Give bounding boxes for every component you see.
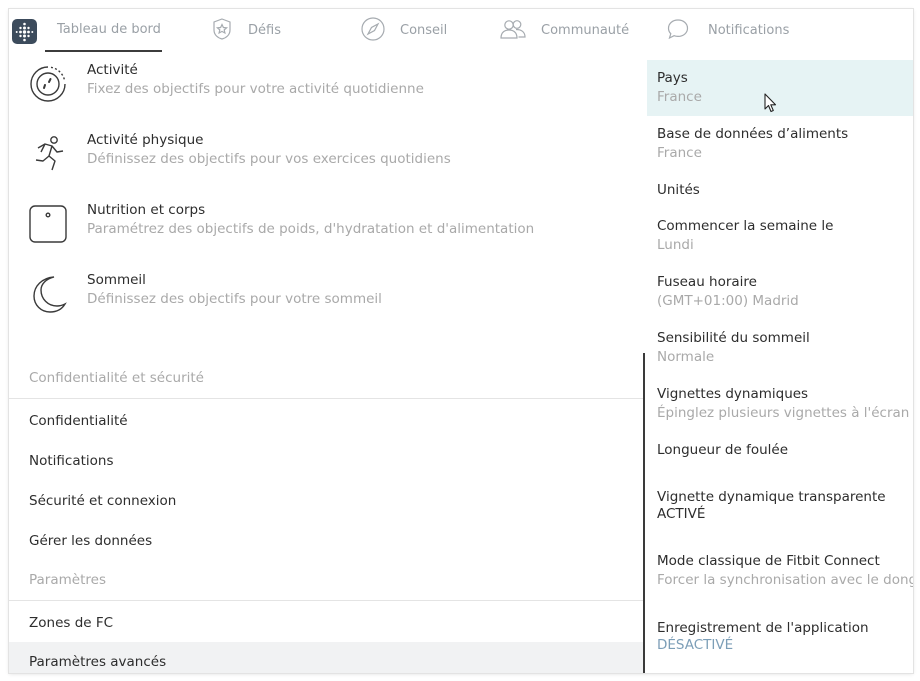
goal-title: Activité bbox=[87, 62, 138, 78]
running-person-icon bbox=[28, 134, 68, 174]
setting-label: Sensibilité du sommeil bbox=[657, 330, 810, 346]
setting-label: Vignette dynamique transparente bbox=[657, 489, 886, 505]
setting-label: Mode classique de Fitbit Connect bbox=[657, 553, 880, 569]
section-header-privacy: Confidentialité et sécurité bbox=[29, 370, 204, 386]
tab-challenges[interactable]: Défis bbox=[210, 9, 281, 52]
pane-divider[interactable] bbox=[643, 353, 645, 673]
privacy-item-data[interactable]: Gérer les données bbox=[9, 521, 645, 561]
setting-label: Unités bbox=[657, 182, 700, 198]
setting-label: Base de données d’aliments bbox=[657, 126, 849, 142]
params-item-advanced[interactable]: Paramètres avancés bbox=[9, 642, 645, 673]
setting-dynamic-tiles[interactable]: Vignettes dynamiques Épinglez plusieurs … bbox=[647, 386, 913, 421]
scale-icon bbox=[28, 204, 68, 244]
compass-icon bbox=[360, 16, 386, 46]
setting-value: Épinglez plusieurs vignettes à l'écran d… bbox=[657, 405, 913, 421]
activity-dial-icon bbox=[28, 64, 68, 104]
setting-units[interactable]: Unités bbox=[647, 182, 913, 198]
setting-country[interactable]: Pays France bbox=[647, 60, 913, 116]
setting-label: Longueur de foulée bbox=[657, 442, 789, 458]
setting-food-database[interactable]: Base de données d’aliments France bbox=[647, 126, 913, 161]
tab-community[interactable]: Communauté bbox=[499, 9, 629, 52]
tab-advice[interactable]: Conseil bbox=[360, 9, 447, 52]
privacy-item-security[interactable]: Sécurité et connexion bbox=[9, 481, 645, 521]
setting-value: France bbox=[657, 145, 702, 161]
fitbit-logo-icon[interactable] bbox=[12, 19, 37, 44]
chat-bubble-icon bbox=[666, 17, 690, 45]
goal-title: Sommeil bbox=[87, 272, 146, 288]
setting-label: Vignettes dynamiques bbox=[657, 386, 809, 402]
setting-timezone[interactable]: Fuseau horaire (GMT+01:00) Madrid bbox=[647, 274, 913, 309]
tab-label: Conseil bbox=[400, 23, 448, 38]
goal-nutrition[interactable]: Nutrition et corps Paramétrez des object… bbox=[9, 192, 645, 262]
setting-value: France bbox=[657, 89, 702, 105]
people-icon bbox=[499, 18, 527, 44]
mouse-cursor-icon bbox=[764, 93, 778, 117]
setting-week-start[interactable]: Commencer la semaine le Lundi bbox=[647, 218, 913, 253]
top-navigation: Tableau de bord Défis Conseil Communauté… bbox=[9, 9, 913, 52]
setting-label: Commencer la semaine le bbox=[657, 218, 834, 234]
star-badge-icon bbox=[210, 17, 234, 45]
divider bbox=[9, 600, 645, 601]
setting-label: Fuseau horaire bbox=[657, 274, 757, 290]
goal-title: Nutrition et corps bbox=[87, 202, 206, 218]
goal-title: Activité physique bbox=[87, 132, 204, 148]
privacy-item-confidentiality[interactable]: Confidentialité bbox=[9, 401, 645, 441]
setting-label: Enregistrement de l'application bbox=[657, 620, 869, 636]
tab-dashboard[interactable]: Tableau de bord bbox=[45, 9, 162, 52]
setting-app-logging[interactable]: Enregistrement de l'application DÉSACTIV… bbox=[647, 620, 913, 653]
setting-value: (GMT+01:00) Madrid bbox=[657, 293, 799, 309]
setting-label: Pays bbox=[657, 70, 688, 86]
setting-value: DÉSACTIVÉ bbox=[657, 637, 734, 653]
setting-value: ACTIVÉ bbox=[657, 506, 706, 522]
setting-classic-connect[interactable]: Mode classique de Fitbit Connect Forcer … bbox=[647, 553, 913, 588]
goal-sleep[interactable]: Sommeil Définissez des objectifs pour vo… bbox=[9, 262, 645, 332]
tab-notifications[interactable]: Notifications bbox=[666, 9, 789, 52]
advanced-settings-panel: Pays France Base de données d’aliments F… bbox=[647, 60, 913, 673]
goal-description: Définissez des objectifs pour votre somm… bbox=[87, 291, 382, 307]
divider bbox=[9, 398, 645, 399]
settings-list: Activité Fixez des objectifs pour votre … bbox=[9, 52, 645, 673]
tab-label: Tableau de bord bbox=[57, 22, 161, 37]
goal-activity[interactable]: Activité Fixez des objectifs pour votre … bbox=[9, 52, 645, 122]
goal-description: Définissez des objectifs pour vos exerci… bbox=[87, 151, 451, 167]
setting-value: Forcer la synchronisation avec le dongle bbox=[657, 572, 913, 588]
goal-description: Fixez des objectifs pour votre activité … bbox=[87, 81, 424, 97]
setting-stride-length[interactable]: Longueur de foulée bbox=[647, 442, 913, 458]
goal-exercise[interactable]: Activité physique Définissez des objecti… bbox=[9, 122, 645, 192]
goal-description: Paramétrez des objectifs de poids, d'hyd… bbox=[87, 221, 535, 237]
params-item-hr-zones[interactable]: Zones de FC bbox=[9, 603, 645, 643]
tab-label: Communauté bbox=[541, 23, 630, 38]
tab-label: Notifications bbox=[708, 23, 790, 38]
setting-value: Normale bbox=[657, 349, 715, 365]
tab-label: Défis bbox=[248, 23, 281, 38]
section-header-params: Paramètres bbox=[29, 572, 106, 588]
setting-value: Lundi bbox=[657, 237, 694, 253]
setting-sleep-sensitivity[interactable]: Sensibilité du sommeil Normale bbox=[647, 330, 913, 365]
privacy-item-notifications[interactable]: Notifications bbox=[9, 441, 645, 481]
moon-icon bbox=[28, 274, 68, 314]
setting-transparent-tile[interactable]: Vignette dynamique transparente ACTIVÉ bbox=[647, 489, 913, 522]
